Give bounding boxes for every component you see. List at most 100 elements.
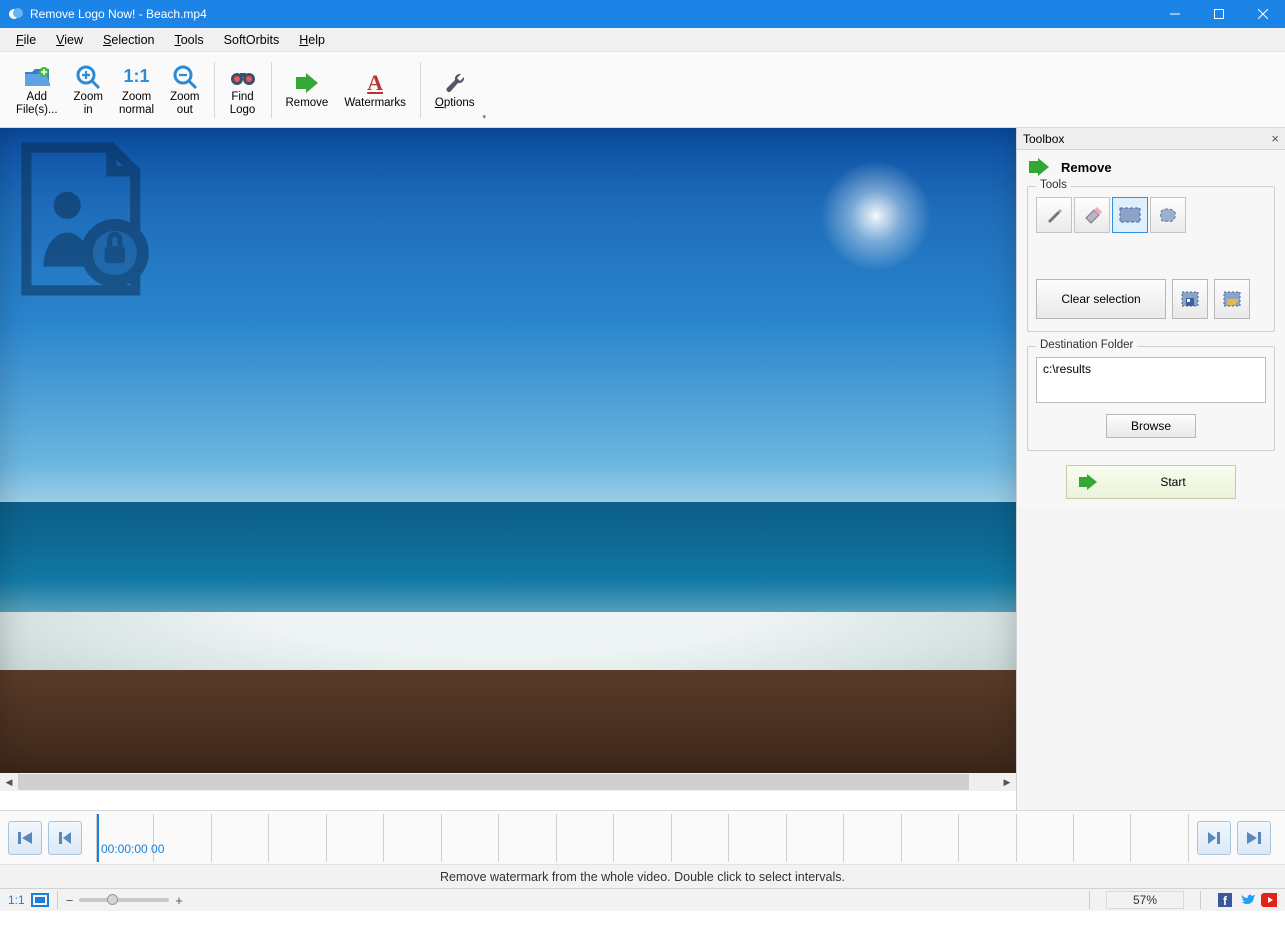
social-links: f bbox=[1217, 892, 1277, 908]
fit-window-icon[interactable] bbox=[31, 893, 49, 907]
toolbox-body: Remove Tools Clear selection Destination… bbox=[1017, 150, 1285, 507]
menu-softorbits[interactable]: SoftOrbits bbox=[214, 30, 290, 50]
timeline-controls: 00:00:00 00 bbox=[0, 811, 1285, 864]
menu-selection[interactable]: Selection bbox=[93, 30, 164, 50]
rectangle-select-tool[interactable] bbox=[1112, 197, 1148, 233]
horizontal-scrollbar[interactable]: ◀ ▶ bbox=[0, 773, 1016, 791]
toolbox-section-header: Remove bbox=[1027, 158, 1275, 176]
zoom-out-small-icon[interactable]: − bbox=[66, 893, 74, 908]
youtube-icon[interactable] bbox=[1261, 892, 1277, 908]
zoom-in-small-icon[interactable]: + bbox=[175, 893, 183, 908]
status-bar: 1:1 − + 57% f bbox=[0, 888, 1285, 911]
binoculars-icon bbox=[229, 63, 257, 91]
menu-tools[interactable]: Tools bbox=[164, 30, 213, 50]
label: Zoom normal bbox=[119, 91, 154, 116]
zoom-in-icon bbox=[74, 63, 102, 91]
label: Options bbox=[435, 97, 475, 110]
prev-frame-button[interactable] bbox=[48, 821, 82, 855]
label: Zoom in bbox=[74, 91, 103, 116]
zoom-slider[interactable] bbox=[79, 898, 169, 902]
maximize-button[interactable] bbox=[1197, 0, 1241, 28]
label: Zoom out bbox=[170, 91, 199, 116]
minimize-button[interactable] bbox=[1153, 0, 1197, 28]
toolbox-header: Toolbox × bbox=[1017, 128, 1285, 150]
status-separator bbox=[57, 891, 58, 909]
load-selection-button[interactable] bbox=[1214, 279, 1250, 319]
add-files-button[interactable]: Add File(s)... bbox=[8, 56, 66, 124]
marker-tool[interactable] bbox=[1036, 197, 1072, 233]
scroll-right-icon[interactable]: ▶ bbox=[998, 773, 1016, 791]
go-start-button[interactable] bbox=[8, 821, 42, 855]
twitter-icon[interactable] bbox=[1239, 892, 1255, 908]
timeline: 00:00:00 00 Remove watermark from the wh… bbox=[0, 810, 1285, 888]
go-end-button[interactable] bbox=[1237, 821, 1271, 855]
freeform-select-tool[interactable] bbox=[1150, 197, 1186, 233]
menu-help[interactable]: Help bbox=[289, 30, 335, 50]
arrow-right-icon bbox=[1027, 158, 1053, 176]
timeline-hint: Remove watermark from the whole video. D… bbox=[0, 864, 1285, 888]
scroll-thumb[interactable] bbox=[18, 774, 969, 790]
status-separator bbox=[1200, 891, 1201, 909]
zoom-out-icon bbox=[171, 63, 199, 91]
status-separator bbox=[1089, 891, 1090, 909]
arrow-right-icon bbox=[1077, 474, 1101, 490]
remove-button[interactable]: Remove bbox=[278, 56, 337, 124]
start-button[interactable]: Start bbox=[1066, 465, 1236, 499]
app-icon bbox=[6, 5, 24, 23]
zoom-in-button[interactable]: Zoom in bbox=[66, 56, 111, 124]
main-area: ◀ ▶ Toolbox × Remove Tools bbox=[0, 128, 1285, 810]
playhead[interactable] bbox=[97, 814, 99, 862]
toolbar-overflow[interactable]: ▾ bbox=[483, 113, 491, 121]
wrench-icon bbox=[441, 69, 469, 97]
arrow-right-icon bbox=[293, 69, 321, 97]
zoom-ratio[interactable]: 1:1 bbox=[8, 893, 25, 907]
zoom-out-button[interactable]: Zoom out bbox=[162, 56, 207, 124]
toolbox-panel: Toolbox × Remove Tools Clear selection bbox=[1016, 128, 1285, 810]
eraser-tool[interactable] bbox=[1074, 197, 1110, 233]
save-selection-button[interactable] bbox=[1172, 279, 1208, 319]
clear-selection-button[interactable]: Clear selection bbox=[1036, 279, 1166, 319]
label: Add File(s)... bbox=[16, 91, 58, 116]
folder-add-icon bbox=[23, 63, 51, 91]
timeline-track[interactable]: 00:00:00 00 bbox=[96, 814, 1189, 862]
sand-gradient bbox=[0, 670, 1016, 773]
toolbar-separator bbox=[214, 62, 215, 118]
label: Watermarks bbox=[344, 97, 406, 110]
destination-legend: Destination Folder bbox=[1036, 339, 1137, 351]
section-title: Remove bbox=[1061, 160, 1112, 175]
watermark-overlay bbox=[6, 134, 176, 304]
browse-button[interactable]: Browse bbox=[1106, 414, 1196, 438]
find-logo-button[interactable]: Find Logo bbox=[221, 56, 265, 124]
next-frame-button[interactable] bbox=[1197, 821, 1231, 855]
toolbar-separator bbox=[271, 62, 272, 118]
zoom-knob[interactable] bbox=[107, 894, 118, 905]
zoom-normal-icon: 1:1 bbox=[123, 63, 151, 91]
tools-legend: Tools bbox=[1036, 179, 1071, 191]
scroll-left-icon[interactable]: ◀ bbox=[0, 773, 18, 791]
scroll-track[interactable] bbox=[18, 774, 998, 790]
action-row: Clear selection bbox=[1036, 279, 1266, 319]
tool-row bbox=[1036, 197, 1266, 233]
foam-gradient bbox=[0, 612, 1016, 702]
options-button[interactable]: Options bbox=[427, 56, 483, 124]
sky-gradient bbox=[0, 128, 1016, 773]
label: Remove bbox=[286, 97, 329, 110]
toolbar: Add File(s)... Zoom in 1:1 Zoom normal Z… bbox=[0, 52, 1285, 128]
menu-view[interactable]: View bbox=[46, 30, 93, 50]
destination-fieldset: Destination Folder Browse bbox=[1027, 346, 1275, 451]
watermarks-button[interactable]: A Watermarks bbox=[336, 56, 414, 124]
preview-pane: ◀ ▶ bbox=[0, 128, 1016, 810]
status-percent: 57% bbox=[1106, 891, 1184, 909]
start-label: Start bbox=[1111, 475, 1235, 489]
menu-file[interactable]: File bbox=[6, 30, 46, 50]
menubar: File View Selection Tools SoftOrbits Hel… bbox=[0, 28, 1285, 52]
timeline-time: 00:00:00 00 bbox=[101, 842, 164, 856]
toolbox-title: Toolbox bbox=[1023, 132, 1064, 146]
close-button[interactable] bbox=[1241, 0, 1285, 28]
video-canvas[interactable] bbox=[0, 128, 1016, 773]
close-panel-icon[interactable]: × bbox=[1271, 131, 1279, 146]
window-title: Remove Logo Now! - Beach.mp4 bbox=[30, 7, 207, 21]
destination-input[interactable] bbox=[1036, 357, 1266, 403]
facebook-icon[interactable]: f bbox=[1217, 892, 1233, 908]
zoom-normal-button[interactable]: 1:1 Zoom normal bbox=[111, 56, 162, 124]
